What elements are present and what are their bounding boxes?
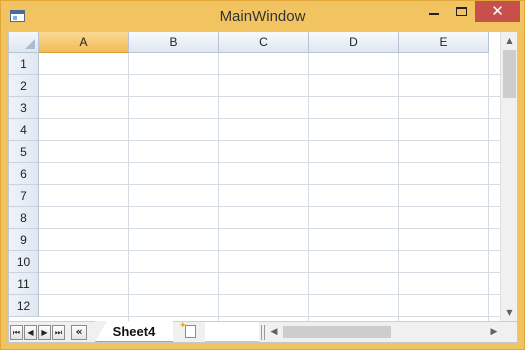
grid-row-line: [39, 294, 500, 295]
tab-sheet4-label: Sheet4: [112, 324, 156, 339]
grid-row-line: [39, 250, 500, 251]
vertical-scrollbar[interactable]: ▲ ▼: [500, 32, 517, 321]
grid-row-line: [39, 272, 500, 273]
scroll-up-arrow-icon[interactable]: ▲: [501, 34, 517, 48]
maximize-button[interactable]: [449, 1, 475, 22]
row-header-5[interactable]: 5: [9, 141, 39, 163]
row-header-1[interactable]: 1: [9, 53, 39, 75]
cell-grid[interactable]: A B C D E 1 2 3 4 5 6 7 8 9 10 11 12: [9, 32, 500, 321]
add-sheet-button[interactable]: ✦: [175, 321, 205, 342]
sparkle-icon: ✦: [179, 321, 187, 331]
grid-row-line: [39, 206, 500, 207]
row-header-12[interactable]: 12: [9, 295, 39, 317]
grid-row-line: [39, 316, 500, 317]
horizontal-scroll-thumb[interactable]: [283, 326, 391, 338]
sheet-tab-bar: ⏮ ◀ ▶ ⏭ « Sheet4 ✦ ◀ ▶: [9, 321, 517, 342]
column-header-c[interactable]: C: [219, 32, 309, 53]
column-header-d[interactable]: D: [309, 32, 399, 53]
horizontal-scrollbar[interactable]: ◀ ▶: [267, 322, 499, 342]
tab-sheet4[interactable]: Sheet4: [95, 321, 173, 342]
minimize-icon: [429, 13, 439, 15]
column-header-b[interactable]: B: [129, 32, 219, 53]
row-header-3[interactable]: 3: [9, 97, 39, 119]
tab-scroll-splitter[interactable]: [261, 325, 265, 340]
next-sheet-button[interactable]: ▶: [38, 325, 51, 340]
row-header-7[interactable]: 7: [9, 185, 39, 207]
title-bar[interactable]: MainWindow ✕: [1, 1, 524, 31]
grid-column-line: [128, 53, 129, 321]
row-header-9[interactable]: 9: [9, 229, 39, 251]
scroll-right-arrow-icon[interactable]: ▶: [487, 322, 501, 342]
scroll-down-arrow-icon[interactable]: ▼: [501, 306, 517, 320]
tab-strip-space: [205, 322, 259, 342]
collapse-tabs-button[interactable]: «: [71, 325, 87, 340]
grid-row-line: [39, 96, 500, 97]
grid-column-line: [488, 53, 489, 321]
close-button[interactable]: ✕: [475, 1, 520, 22]
minimize-button[interactable]: [419, 1, 449, 22]
grid-row-line: [39, 162, 500, 163]
grid-column-line: [218, 53, 219, 321]
size-grip: [500, 322, 517, 342]
select-all-corner[interactable]: [9, 32, 39, 53]
grid-row-line: [39, 118, 500, 119]
row-header-8[interactable]: 8: [9, 207, 39, 229]
vertical-scroll-thumb[interactable]: [503, 50, 516, 98]
scroll-left-arrow-icon[interactable]: ◀: [267, 322, 281, 342]
row-header-2[interactable]: 2: [9, 75, 39, 97]
grid-row-line: [39, 184, 500, 185]
grid-column-line: [398, 53, 399, 321]
previous-sheet-button[interactable]: ◀: [24, 325, 37, 340]
spreadsheet-control: A B C D E 1 2 3 4 5 6 7 8 9 10 11 12 ▲ ▼ ⏮ ◀ ▶ ⏭ « Sheet…: [8, 31, 518, 343]
maximize-icon: [456, 7, 467, 16]
grid-row-line: [39, 74, 500, 75]
grid-column-line: [308, 53, 309, 321]
row-header-6[interactable]: 6: [9, 163, 39, 185]
column-header-a[interactable]: A: [39, 32, 129, 53]
column-header-e[interactable]: E: [399, 32, 489, 53]
row-header-11[interactable]: 11: [9, 273, 39, 295]
row-header-4[interactable]: 4: [9, 119, 39, 141]
grid-row-line: [39, 140, 500, 141]
close-icon: ✕: [491, 2, 504, 20]
last-sheet-button[interactable]: ⏭: [52, 325, 65, 340]
main-window: MainWindow ✕ A B C D E 1 2 3 4 5 6 7 8 9 10 11 12 ▲ ▼ ⏮ …: [0, 0, 525, 350]
row-header-10[interactable]: 10: [9, 251, 39, 273]
first-sheet-button[interactable]: ⏮: [10, 325, 23, 340]
grid-row-line: [39, 228, 500, 229]
